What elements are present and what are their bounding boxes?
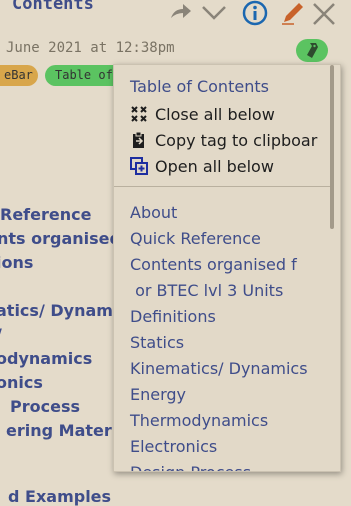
body-link-contents-organised[interactable]: nts organised <box>0 229 121 248</box>
dropdown-item[interactable]: Definitions <box>130 307 216 326</box>
edit-icon[interactable] <box>280 0 306 30</box>
info-icon[interactable] <box>242 0 268 30</box>
tag-pill-table-of-contents[interactable]: Table of <box>45 65 123 86</box>
copy-clipboard-icon <box>130 131 148 149</box>
close-all-below-label: Close all below <box>155 105 275 124</box>
chevron-right-icon[interactable] <box>168 1 194 29</box>
chevron-down-icon[interactable] <box>200 3 228 27</box>
close-icon[interactable] <box>310 0 338 32</box>
body-link-kinematics[interactable]: atics/ Dynamic <box>0 301 128 320</box>
dropdown-separator <box>114 186 330 187</box>
dropdown-item[interactable]: Electronics <box>130 437 217 456</box>
body-link-quick-reference[interactable]: Reference <box>0 205 91 224</box>
tiddler-subtitle: June 2021 at 12:38pm <box>6 40 175 56</box>
dropdown-item[interactable]: Quick Reference <box>130 229 261 248</box>
new-tag-button[interactable] <box>296 39 328 62</box>
body-link-definitions[interactable]: ions <box>0 253 33 272</box>
tag-pill-sidebar[interactable]: eBar <box>0 65 38 86</box>
open-all-icon <box>130 157 148 175</box>
open-all-below-action[interactable]: Open all below <box>130 157 274 179</box>
body-link-electronics[interactable]: onics <box>0 373 43 392</box>
body-link-design-process[interactable]: Process <box>10 397 80 416</box>
body-link-engineering-materials[interactable]: ering Materia <box>6 421 128 440</box>
dropdown-item[interactable]: Thermodynamics <box>130 411 268 430</box>
tag-dropdown: Table of Contents Close all below Copy t… <box>113 64 341 472</box>
dropdown-item[interactable]: Contents organised f <box>130 255 297 274</box>
body-link-thermodynamics[interactable]: odynamics <box>0 349 92 368</box>
dropdown-scrollbar[interactable] <box>330 65 334 229</box>
close-all-icon <box>130 105 148 123</box>
body-link-energy[interactable]: / <box>0 325 2 344</box>
copy-tag-label: Copy tag to clipboar <box>155 131 318 150</box>
copy-tag-action[interactable]: Copy tag to clipboar <box>130 131 317 153</box>
tiddler-title: Contents <box>12 0 94 14</box>
dropdown-item[interactable]: or BTEC lvl 3 Units <box>130 281 283 300</box>
dropdown-item[interactable]: Statics <box>130 333 184 352</box>
tag-icon <box>307 43 318 58</box>
open-all-below-label: Open all below <box>155 157 274 176</box>
dropdown-item[interactable]: Energy <box>130 385 186 404</box>
body-link-worked-examples[interactable]: d Examples <box>8 487 111 506</box>
dropdown-item[interactable]: Kinematics/ Dynamics <box>130 359 308 378</box>
dropdown-item[interactable]: Design Process <box>130 463 251 471</box>
dropdown-title[interactable]: Table of Contents <box>130 77 269 96</box>
close-all-below-action[interactable]: Close all below <box>130 105 275 127</box>
dropdown-item[interactable]: About <box>130 203 177 222</box>
